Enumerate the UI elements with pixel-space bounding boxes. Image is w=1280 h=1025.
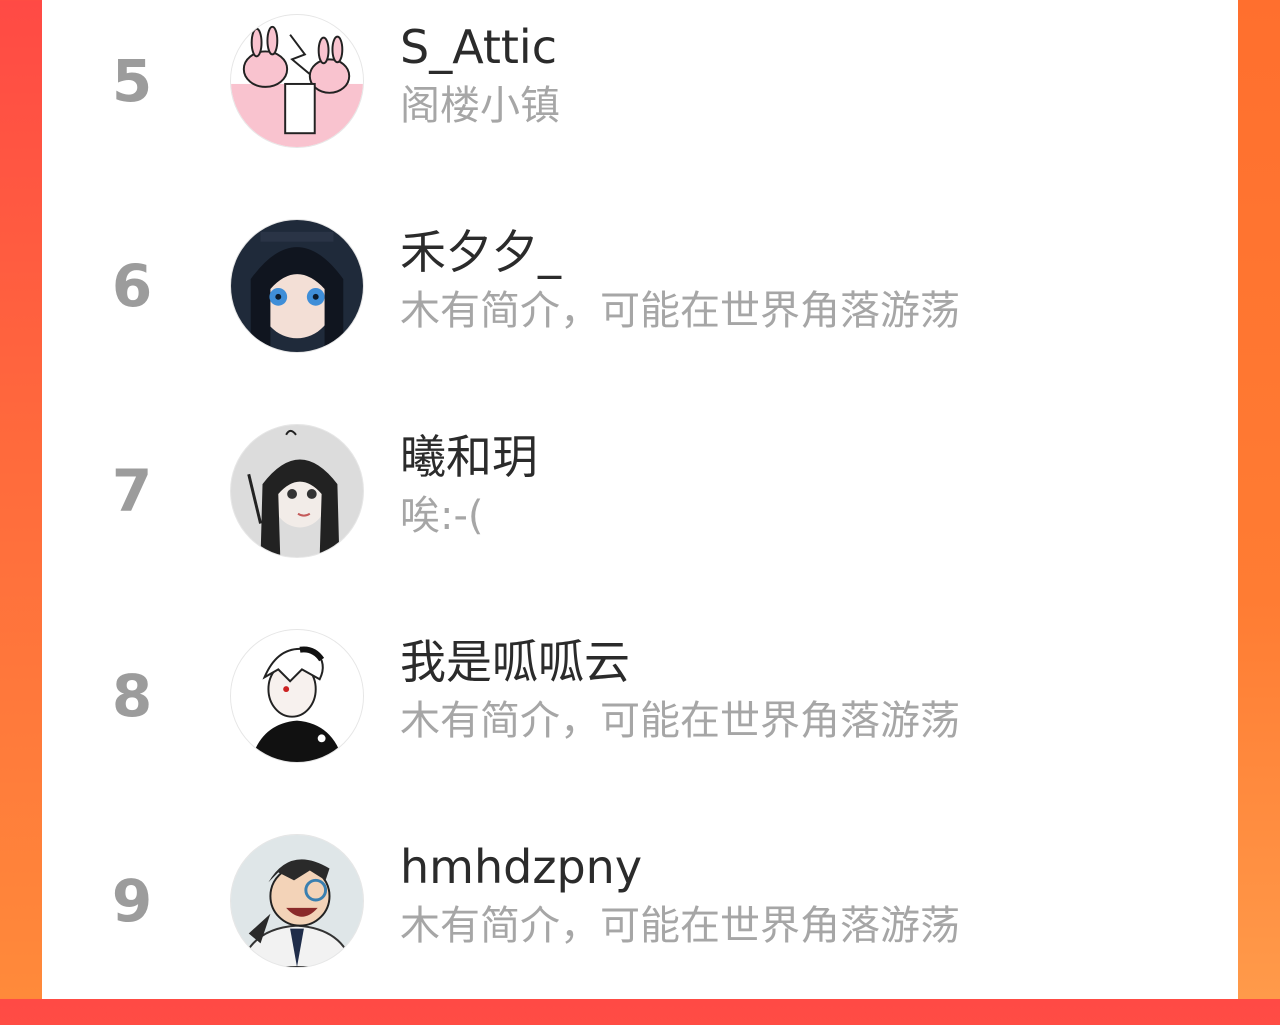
user-avatar[interactable] [230, 14, 364, 148]
user-name: hmhdzpny [400, 840, 643, 894]
avatar-laughing-boy-image [231, 835, 363, 967]
ranking-row-7[interactable]: 7 曦和玥 唉:-( [42, 410, 1238, 615]
ranking-row-5[interactable]: 5 S_Attic 阁楼小镇 [42, 0, 1238, 205]
user-avatar[interactable] [230, 629, 364, 763]
rank-number: 7 [111, 457, 153, 525]
rank-number: 6 [111, 252, 153, 320]
user-bio: 唉:-( [400, 493, 484, 539]
avatar-pink-rabbits-image [231, 15, 363, 147]
user-name: 曦和玥 [400, 430, 538, 484]
user-name: 禾夕夕_ [400, 225, 561, 279]
user-bio: 阁楼小镇 [400, 83, 560, 129]
rank-number: 5 [111, 47, 153, 115]
ranking-list: 5 S_Attic 阁楼小镇 6 禾夕夕_ 木有简介，可能在世界角落游荡 7 曦… [42, 0, 1238, 999]
user-bio: 木有简介，可能在世界角落游荡 [400, 288, 960, 334]
avatar-white-haired-boy-image [231, 630, 363, 762]
user-avatar[interactable] [230, 424, 364, 558]
user-bio: 木有简介，可能在世界角落游荡 [400, 698, 960, 744]
background-right-strip [1238, 0, 1280, 999]
user-bio: 木有简介，可能在世界角落游荡 [400, 903, 960, 949]
avatar-monochrome-girl-image [231, 425, 363, 557]
ranking-row-8[interactable]: 8 我是呱呱云 木有简介，可能在世界角落游荡 [42, 615, 1238, 820]
ranking-panel: 5 S_Attic 阁楼小镇 6 禾夕夕_ 木有简介，可能在世界角落游荡 7 曦… [42, 0, 1238, 999]
ranking-row-9[interactable]: 9 hmhdzpny 木有简介，可能在世界角落游荡 [42, 820, 1238, 1025]
rank-number: 9 [111, 867, 153, 935]
avatar-dark-haired-girl-image [231, 220, 363, 352]
user-avatar[interactable] [230, 834, 364, 968]
rank-number: 8 [111, 662, 153, 730]
user-name: S_Attic [400, 20, 558, 74]
ranking-row-6[interactable]: 6 禾夕夕_ 木有简介，可能在世界角落游荡 [42, 205, 1238, 410]
user-avatar[interactable] [230, 219, 364, 353]
user-name: 我是呱呱云 [400, 635, 630, 689]
